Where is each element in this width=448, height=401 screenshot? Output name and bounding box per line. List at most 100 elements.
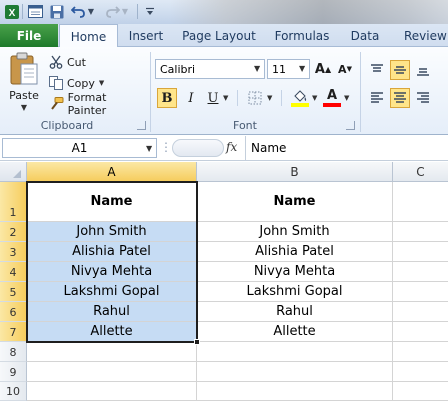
cell-b6[interactable]: Rahul (197, 302, 393, 322)
cell-b9[interactable] (197, 362, 393, 382)
font-divider (237, 90, 238, 106)
borders-icon[interactable] (245, 88, 265, 108)
formula-bar-splitter-icon[interactable]: ⋮ (160, 140, 172, 156)
cell-a4[interactable]: Nivya Mehta (27, 262, 197, 282)
row-header-6[interactable]: 6 (0, 302, 27, 322)
cell-c1[interactable] (393, 182, 448, 222)
tab-insert[interactable]: Insert (120, 24, 172, 47)
cell-c3[interactable] (393, 242, 448, 262)
align-right-icon[interactable] (413, 88, 433, 108)
bottom-align-icon[interactable] (413, 60, 433, 80)
row-header-4[interactable]: 4 (0, 262, 27, 282)
cell-b4[interactable]: Nivya Mehta (197, 262, 393, 282)
select-all-corner[interactable] (0, 162, 27, 182)
customize-toolbar-icon[interactable] (143, 3, 157, 20)
name-box[interactable]: A1 (2, 138, 157, 158)
cell-c4[interactable] (393, 262, 448, 282)
cell-c8[interactable] (393, 342, 448, 362)
font-color-swatch (323, 103, 341, 107)
cell-c7[interactable] (393, 322, 448, 342)
paintbrush-icon (49, 97, 68, 111)
cell-a8[interactable] (27, 342, 197, 362)
top-align-icon[interactable] (367, 60, 387, 80)
align-left-icon[interactable] (367, 88, 387, 108)
middle-align-icon[interactable] (390, 60, 410, 80)
cell-a6[interactable]: Rahul (27, 302, 197, 322)
font-name-input[interactable]: Calibri (155, 59, 265, 79)
cell-b5[interactable]: Lakshmi Gopal (197, 282, 393, 302)
cell-a10[interactable] (27, 382, 197, 401)
cell-b8[interactable] (197, 342, 393, 362)
format-painter-button[interactable]: Format Painter (49, 91, 147, 117)
font-name-dropdown-icon[interactable]: ▼ (254, 64, 260, 73)
cell-c5[interactable] (393, 282, 448, 302)
insert-function-icon[interactable]: fx (226, 140, 237, 154)
undo-icon[interactable] (70, 3, 87, 20)
scissors-icon (49, 55, 67, 69)
redo-icon[interactable] (104, 3, 121, 20)
underline-dropdown-icon[interactable]: ▼ (223, 94, 228, 102)
excel-logo-icon: X (3, 3, 20, 20)
row-header-3[interactable]: 3 (0, 242, 27, 262)
formula-input[interactable]: Name (247, 138, 448, 158)
font-color-dropdown-icon[interactable]: ▼ (344, 94, 349, 102)
name-box-dropdown-icon[interactable]: ▼ (146, 144, 152, 153)
row-header-2[interactable]: 2 (0, 222, 27, 242)
cell-c9[interactable] (393, 362, 448, 382)
cell-a5[interactable]: Lakshmi Gopal (27, 282, 197, 302)
shrink-font-icon[interactable]: A ▼ (335, 59, 355, 79)
cell-a2[interactable]: John Smith (27, 222, 197, 242)
tab-home[interactable]: Home (59, 24, 118, 48)
row-header-9[interactable]: 9 (0, 362, 27, 382)
grow-font-icon[interactable]: A ▲ (313, 59, 333, 79)
cell-a7[interactable]: Allette (27, 322, 197, 342)
row-header-7[interactable]: 7 (0, 322, 27, 342)
paste-icon (9, 52, 39, 86)
borders-dropdown-icon[interactable]: ▼ (267, 94, 272, 102)
cell-c6[interactable] (393, 302, 448, 322)
bold-icon[interactable]: B (157, 88, 177, 108)
fill-handle[interactable] (194, 339, 200, 345)
underline-icon[interactable]: U (203, 88, 223, 108)
window-icon[interactable] (27, 3, 44, 20)
cell-b3[interactable]: Alishia Patel (197, 242, 393, 262)
italic-icon[interactable]: I (181, 88, 201, 108)
save-icon[interactable] (48, 3, 65, 20)
font-color-button[interactable]: A (322, 86, 342, 107)
row-header-8[interactable]: 8 (0, 342, 27, 362)
copy-label: Copy (67, 76, 95, 90)
font-size-dropdown-icon[interactable]: ▼ (299, 64, 305, 73)
redo-dropdown-arrow-icon[interactable]: ▼ (120, 3, 130, 20)
copy-icon (49, 76, 67, 90)
cell-b7[interactable]: Allette (197, 322, 393, 342)
column-header-b[interactable]: B (197, 162, 393, 182)
row-header-5[interactable]: 5 (0, 282, 27, 302)
row-header-1[interactable]: 1 (0, 182, 27, 222)
cell-b10[interactable] (197, 382, 393, 401)
cell-c10[interactable] (393, 382, 448, 401)
cell-a9[interactable] (27, 362, 197, 382)
paste-label: Paste (9, 89, 39, 102)
tab-data[interactable]: Data (340, 24, 390, 47)
fill-color-dropdown-icon[interactable]: ▼ (312, 94, 317, 102)
cell-a1[interactable]: Name (27, 182, 197, 222)
cell-b1[interactable]: Name (197, 182, 393, 222)
row-header-10[interactable]: 10 (0, 382, 27, 401)
align-center-icon[interactable] (390, 88, 410, 108)
font-dialog-launcher-icon[interactable] (346, 121, 355, 130)
tab-file[interactable]: File (0, 24, 58, 47)
clipboard-dialog-launcher-icon[interactable] (137, 121, 146, 130)
tab-page-layout[interactable]: Page Layout (176, 24, 262, 47)
cell-c2[interactable] (393, 222, 448, 242)
tab-formulas[interactable]: Formulas (266, 24, 338, 47)
cell-b2[interactable]: John Smith (197, 222, 393, 242)
column-header-a[interactable]: A (27, 162, 197, 182)
fill-color-button[interactable] (290, 86, 310, 107)
tab-review[interactable]: Review (394, 24, 448, 47)
paste-button[interactable]: Paste ▼ (5, 52, 43, 118)
copy-button[interactable]: Copy ▼ (49, 74, 129, 92)
cut-button[interactable]: Cut (49, 53, 129, 71)
column-header-c[interactable]: C (393, 162, 448, 182)
undo-dropdown-arrow-icon[interactable]: ▼ (86, 3, 96, 20)
cell-a3[interactable]: Alishia Patel (27, 242, 197, 262)
